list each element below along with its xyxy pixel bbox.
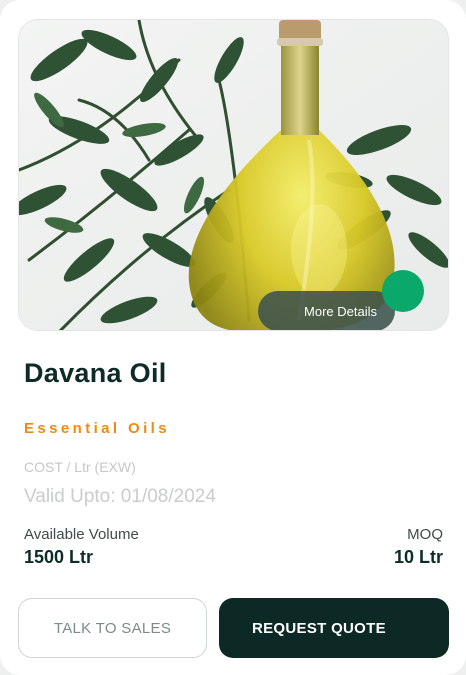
status-dot-button[interactable] [382,270,424,312]
valid-upto: Valid Upto: 01/08/2024 [24,486,216,507]
more-details-label: More Details [304,303,377,319]
request-quote-button[interactable]: REQUEST QUOTE [219,598,449,658]
more-details-button[interactable]: More Details [258,291,395,330]
talk-to-sales-button[interactable]: TALK TO SALES [18,598,207,658]
moq-value: 10 Ltr [393,547,443,567]
product-card: More Details Davana Oil Essential Oils C… [0,0,466,675]
product-category: Essential Oils [24,420,170,437]
available-volume-value: 1500 Ltr [24,547,94,567]
request-quote-label: REQUEST QUOTE [252,619,386,637]
moq-label: MOQ [407,526,443,543]
product-title: Davana Oil [24,358,167,388]
talk-to-sales-label: TALK TO SALES [53,619,172,637]
cost-label: COST / Ltr (EXW) [24,459,136,475]
available-volume-label: Available Volume [24,526,139,543]
